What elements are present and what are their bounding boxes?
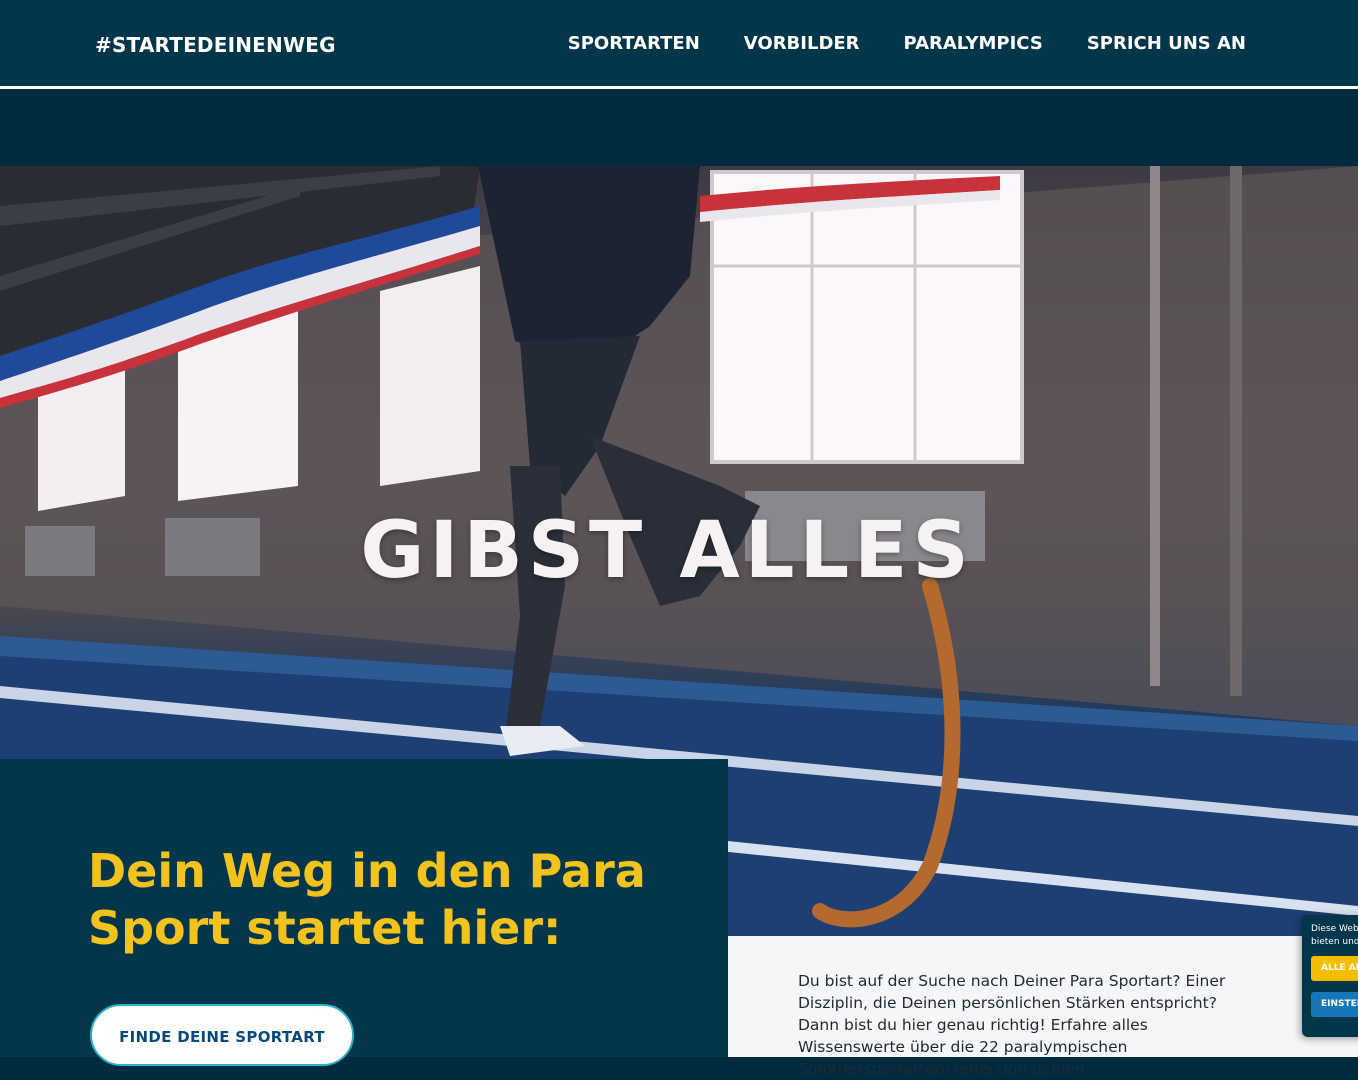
- intro-heading: Dein Weg in den Para Sport startet hier:: [88, 844, 646, 955]
- site-logo[interactable]: #STARTEDEINENWEG: [95, 33, 336, 57]
- intro-panel: Dein Weg in den Para Sport startet hier:…: [0, 759, 728, 1066]
- intro-text-panel: Du bist auf der Suche nach Deiner Para S…: [728, 936, 1358, 1078]
- nav-item-vorbilder[interactable]: VORBILDER: [744, 33, 860, 54]
- main-nav: SPORTARTEN VORBILDER PARALYMPICS SPRICH …: [568, 33, 1246, 54]
- cookie-banner-text: Diese Webs bieten und c: [1311, 923, 1358, 949]
- cookie-settings-button[interactable]: EINSTEL: [1311, 992, 1358, 1017]
- header-spacer-band: [0, 89, 1358, 166]
- nav-item-paralympics[interactable]: PARALYMPICS: [904, 33, 1043, 54]
- cookie-text-line-1: Diese Webs: [1311, 924, 1358, 934]
- cookie-banner: Diese Webs bieten und c ALLE AK EINSTEL: [1302, 915, 1358, 1037]
- cookie-accept-all-button[interactable]: ALLE AK: [1311, 956, 1358, 981]
- hero-title: GIBST ALLES: [360, 506, 974, 596]
- nav-item-sprich-uns-an[interactable]: SPRICH UNS AN: [1087, 33, 1246, 54]
- cookie-text-line-2: bieten und c: [1311, 937, 1358, 947]
- intro-paragraph: Du bist auf der Suche nach Deiner Para S…: [798, 972, 1226, 1078]
- nav-item-sportarten[interactable]: SPORTARTEN: [568, 33, 700, 54]
- site-header: #STARTEDEINENWEG SPORTARTEN VORBILDER PA…: [0, 0, 1358, 89]
